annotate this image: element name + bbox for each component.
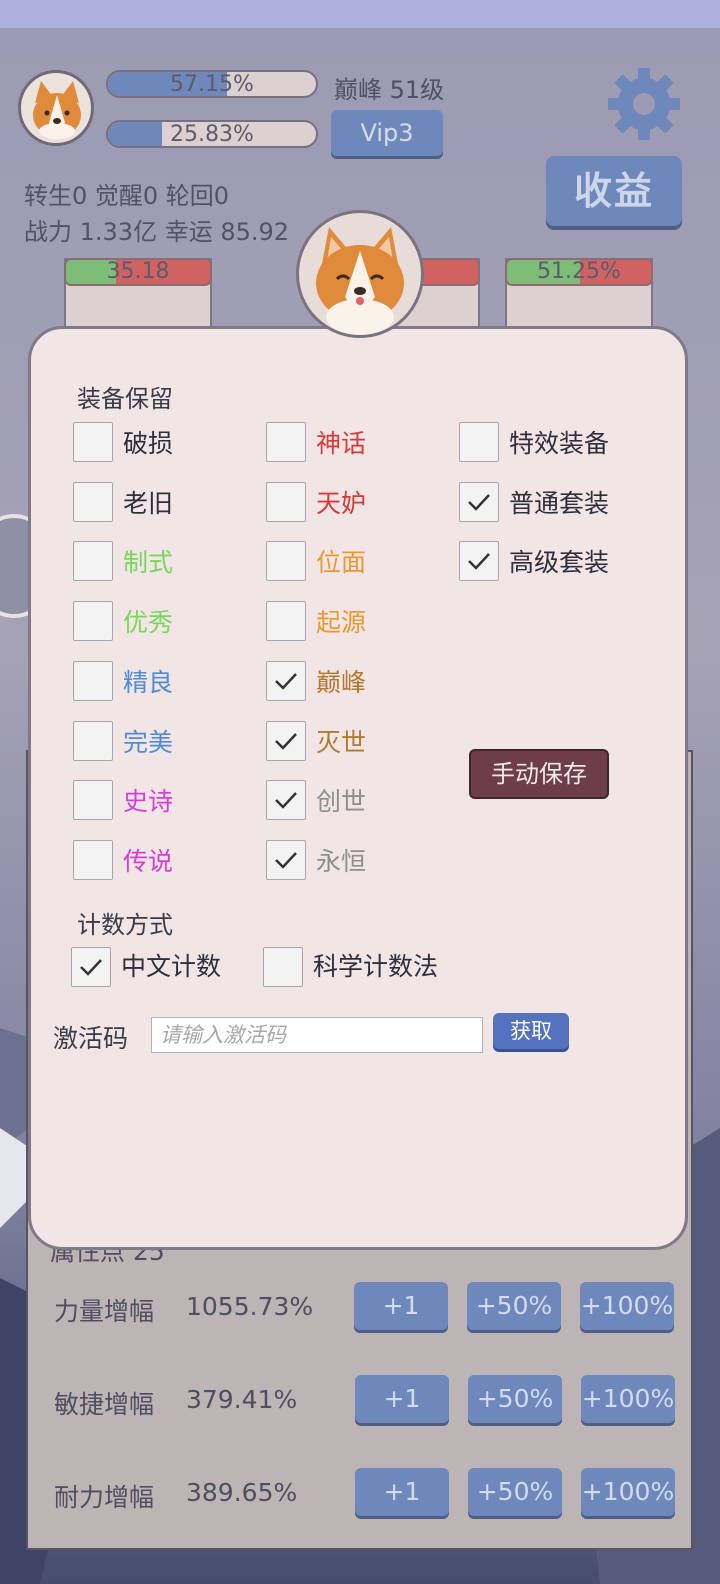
checkbox-2-0[interactable] <box>459 422 499 462</box>
checkmark-icon <box>275 792 297 809</box>
secondary-bar: 25.83% <box>106 120 318 148</box>
checkbox-label: 永恒 <box>316 846 367 876</box>
activation-code-input[interactable]: 请输入激活码 <box>151 1017 483 1053</box>
slot-box-1: 35.18 <box>64 258 212 328</box>
checkbox-label: 特效装备 <box>509 429 610 458</box>
checkmark-icon <box>80 959 102 976</box>
checkbox-2-2[interactable] <box>459 541 499 582</box>
checkmark-icon <box>275 852 297 869</box>
count-mode-title: 计数方式 <box>77 911 173 939</box>
slot-bar-3: 51.25% <box>505 258 653 286</box>
secondary-bar-text: 25.83% <box>170 122 254 147</box>
checkbox-1-6[interactable] <box>266 780 306 821</box>
gear-icon[interactable] <box>606 66 682 142</box>
slot-bar-3-text: 51.25% <box>537 259 621 284</box>
strength-plus50-button[interactable]: +50% <box>467 1282 561 1330</box>
checkbox-label: 巅峰 <box>316 667 367 697</box>
checkbox-label: 传说 <box>123 846 174 876</box>
checkbox-label: 位面 <box>316 548 367 578</box>
checkmark-icon <box>275 672 297 690</box>
agility-plus100-button[interactable]: +100% <box>581 1375 675 1423</box>
attribute-name-strength: 力量增幅 <box>54 1297 155 1326</box>
checkmark-icon <box>468 553 490 571</box>
agility-plus50-button[interactable]: +50% <box>468 1375 562 1423</box>
checkbox-label: 老旧 <box>123 488 174 518</box>
checkmark-icon <box>275 732 297 750</box>
checkbox-1-5[interactable] <box>266 720 306 761</box>
checkbox-1-7[interactable] <box>266 839 306 880</box>
checkbox-label: 神话 <box>316 429 367 458</box>
count-option-label: 中文计数 <box>121 952 222 981</box>
checkbox-0-4[interactable] <box>73 660 113 701</box>
checkmark-icon <box>468 493 490 511</box>
checkbox-label: 天妒 <box>316 488 367 518</box>
exp-bar: 57.15% <box>106 70 318 98</box>
slot-box-3: 51.25% <box>505 258 653 328</box>
stamina-plus100-button[interactable]: +100% <box>581 1468 675 1516</box>
agility-plus1-button[interactable]: +1 <box>355 1375 449 1423</box>
checkbox-0-3[interactable] <box>73 601 113 642</box>
stamina-plus50-button[interactable]: +50% <box>468 1468 562 1516</box>
corgi-avatar-icon <box>33 81 81 139</box>
checkbox-0-5[interactable] <box>73 720 113 761</box>
checkbox-0-0[interactable] <box>73 422 113 462</box>
settings-dialog: 装备保留 破损老旧制式优秀精良完美史诗传说 神话天妒位面起源巅峰灭世创世永恒 特效装… <box>28 326 688 1250</box>
corgi-pet-icon <box>316 227 404 335</box>
attribute-value-stamina: 389.65% <box>186 1478 298 1507</box>
activation-code-label: 激活码 <box>53 1024 129 1053</box>
get-code-button[interactable]: 获取 <box>493 1013 569 1049</box>
checkbox-0-1[interactable] <box>73 481 113 522</box>
checkbox-label: 破损 <box>123 429 174 458</box>
checkbox-label: 优秀 <box>123 608 174 638</box>
attribute-name-agility: 敏捷增幅 <box>54 1390 155 1419</box>
checkbox-label: 普通套装 <box>509 488 610 518</box>
stamina-plus1-button[interactable]: +1 <box>355 1468 449 1516</box>
checkbox-2-1[interactable] <box>459 481 499 522</box>
rebirth-stats: 转生0 觉醒0 轮回0 <box>24 182 230 210</box>
player-avatar[interactable] <box>18 70 94 146</box>
checkbox-label: 史诗 <box>123 787 174 817</box>
attribute-value-agility: 379.41% <box>186 1385 298 1414</box>
checkbox-label: 精良 <box>123 667 174 697</box>
checkbox-1-0[interactable] <box>266 422 306 462</box>
exp-bar-text: 57.15% <box>170 72 254 97</box>
checkbox-label: 高级套装 <box>509 548 610 578</box>
slot-bar-1: 35.18 <box>64 258 212 286</box>
checkbox-label: 创世 <box>316 787 367 817</box>
count-option-label: 科学计数法 <box>313 952 439 981</box>
checkbox-label: 灭世 <box>316 727 367 757</box>
checkbox-1-2[interactable] <box>266 541 306 582</box>
checkbox-label: 制式 <box>123 548 174 578</box>
vip-button[interactable]: Vip3 <box>331 110 443 156</box>
level-text: 巅峰 51级 <box>334 76 445 104</box>
attribute-value-strength: 1055.73% <box>186 1292 314 1321</box>
checkbox-1-4[interactable] <box>266 660 306 701</box>
slot-bar-1-text: 35.18 <box>106 259 170 284</box>
status-bar <box>0 0 720 28</box>
power-luck-stats: 战力 1.33亿 幸运 85.92 <box>24 218 290 246</box>
income-button[interactable]: 收益 <box>546 156 682 226</box>
pet-avatar[interactable] <box>296 210 424 338</box>
checkbox-0-6[interactable] <box>73 780 113 821</box>
equipment-keep-title: 装备保留 <box>77 385 173 413</box>
strength-plus100-button[interactable]: +100% <box>580 1282 674 1330</box>
checkbox-0-7[interactable] <box>73 839 113 880</box>
checkbox-label: 起源 <box>316 608 367 638</box>
count-checkbox-0[interactable] <box>71 947 111 987</box>
strength-plus1-button[interactable]: +1 <box>354 1282 448 1330</box>
attribute-name-stamina: 耐力增幅 <box>54 1483 155 1512</box>
checkbox-label: 完美 <box>123 727 174 757</box>
manual-save-button[interactable]: 手动保存 <box>469 749 609 799</box>
checkbox-0-2[interactable] <box>73 541 113 582</box>
checkbox-1-1[interactable] <box>266 481 306 522</box>
checkbox-1-3[interactable] <box>266 601 306 642</box>
count-checkbox-1[interactable] <box>263 947 303 987</box>
